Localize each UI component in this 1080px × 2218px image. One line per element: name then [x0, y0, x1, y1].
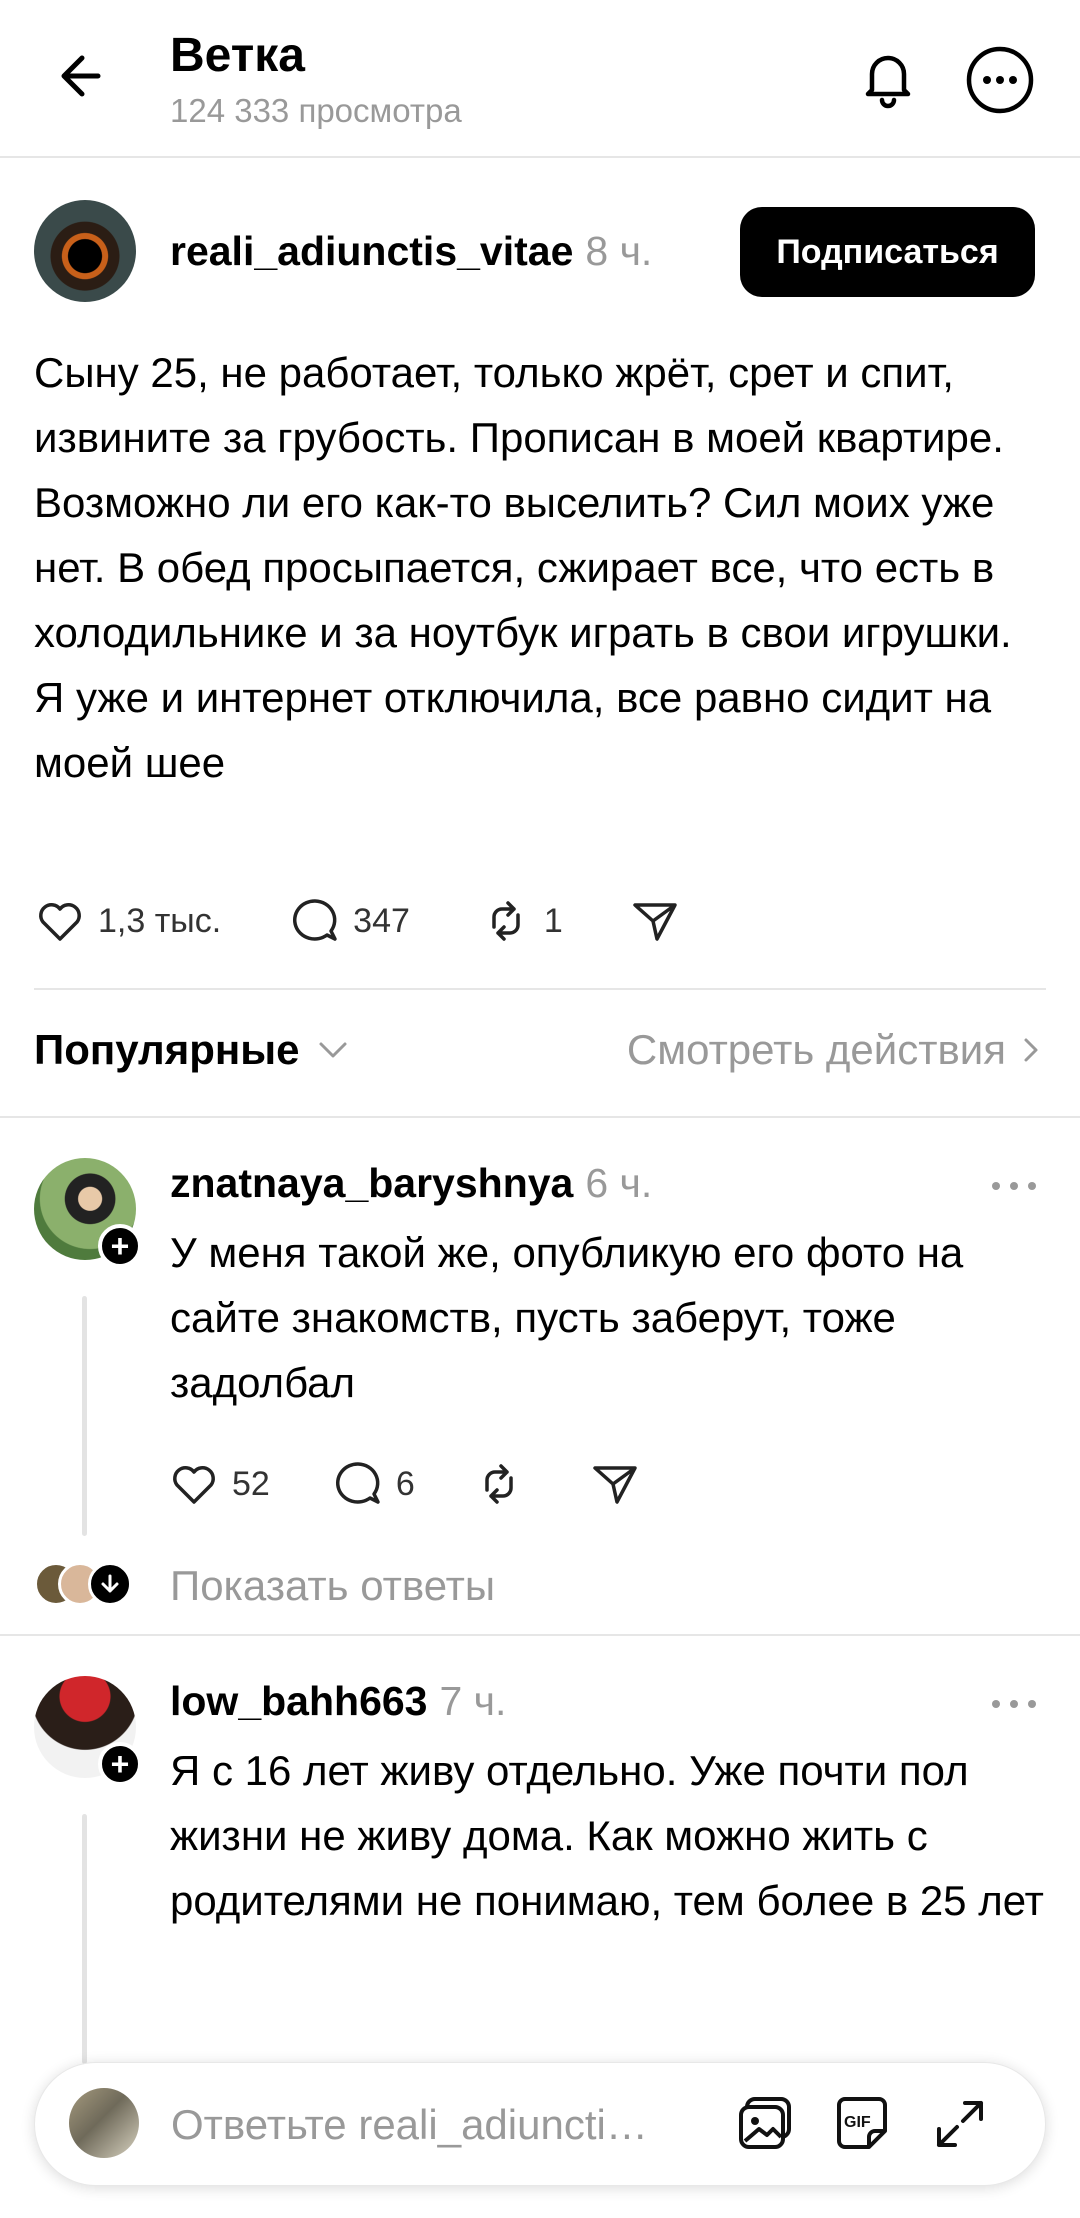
- send-icon: [629, 895, 681, 947]
- svg-text:GIF: GIF: [844, 2114, 871, 2131]
- post-actions: 1,3 тыс. 347 1: [34, 895, 681, 947]
- heart-icon: [34, 895, 86, 947]
- repost-button[interactable]: 1: [480, 895, 563, 947]
- post-author[interactable]: reali_adiunctis_vitae 8 ч.: [170, 228, 652, 275]
- comment-count: 347: [353, 901, 410, 940]
- speech-bubble-icon: [289, 895, 341, 947]
- more-options-icon[interactable]: [964, 44, 1036, 116]
- like-count: 52: [232, 1464, 270, 1503]
- gif-icon[interactable]: GIF: [829, 2091, 895, 2157]
- repost-count: 1: [543, 901, 563, 940]
- page-title: Ветка: [170, 29, 305, 82]
- view-activity-link[interactable]: Смотреть действия: [627, 1026, 1046, 1074]
- post-text: Сыну 25, не работает, только жрёт, срет …: [34, 349, 1012, 786]
- follow-plus-icon[interactable]: +: [98, 1224, 142, 1268]
- repost-icon: [473, 1458, 525, 1510]
- view-count: 124 333 просмотра: [170, 92, 462, 129]
- comment-author[interactable]: znatnaya_baryshnya 6 ч.: [170, 1160, 652, 1207]
- comment-actions: 52 6: [168, 1458, 641, 1510]
- like-count: 1,3 тыс.: [98, 901, 222, 940]
- comment-time: 6 ч.: [585, 1160, 653, 1206]
- my-avatar: [69, 2088, 139, 2158]
- reply-composer: GIF: [34, 2062, 1046, 2186]
- post-time: 8 ч.: [585, 228, 653, 274]
- comment-more-icon[interactable]: [984, 1166, 1044, 1206]
- sort-dropdown[interactable]: Популярные: [34, 1026, 351, 1074]
- comment-username[interactable]: low_bahh663: [170, 1678, 427, 1724]
- chevron-right-icon: [1016, 1032, 1046, 1068]
- send-icon: [589, 1458, 641, 1510]
- bell-icon[interactable]: [852, 42, 924, 114]
- divider: [0, 1116, 1080, 1118]
- arrow-down-icon: [88, 1562, 132, 1606]
- gallery-icon[interactable]: [733, 2091, 799, 2157]
- reply-count: 6: [395, 1464, 415, 1503]
- activity-label: Смотреть действия: [626, 1026, 1006, 1073]
- speech-bubble-icon: [332, 1458, 384, 1510]
- back-arrow-icon[interactable]: [48, 40, 120, 112]
- sort-label: Популярные: [34, 1026, 300, 1073]
- divider: [0, 1634, 1080, 1636]
- thread-line: [82, 1814, 87, 2064]
- like-button[interactable]: 1,3 тыс.: [34, 895, 221, 947]
- comment-username[interactable]: znatnaya_baryshnya: [170, 1160, 573, 1206]
- share-button[interactable]: [589, 1458, 641, 1510]
- comment-text: У меня такой же, опубликую его фото на с…: [170, 1229, 964, 1406]
- comment-button[interactable]: 347: [289, 895, 410, 947]
- comment-more-icon[interactable]: [984, 1684, 1044, 1724]
- thread-line: [82, 1296, 87, 1536]
- comment-time: 7 ч.: [439, 1678, 507, 1724]
- post-username[interactable]: reali_adiunctis_vitae: [170, 228, 573, 274]
- heart-icon: [168, 1458, 220, 1510]
- top-bar: Ветка 124 333 просмотра: [0, 0, 1080, 158]
- repost-button[interactable]: [473, 1458, 525, 1510]
- follow-plus-icon[interactable]: +: [98, 1742, 142, 1786]
- reply-button[interactable]: 6: [332, 1458, 415, 1510]
- post-author-avatar[interactable]: [34, 200, 136, 302]
- like-button[interactable]: 52: [168, 1458, 270, 1510]
- comment-text: Я с 16 лет живу отдельно. Уже почти пол …: [170, 1747, 1044, 1924]
- repost-icon: [480, 895, 532, 947]
- expand-icon[interactable]: [927, 2091, 993, 2157]
- share-button[interactable]: [629, 895, 681, 947]
- reply-avatars[interactable]: [34, 1562, 144, 1608]
- divider: [34, 988, 1046, 990]
- show-replies-link[interactable]: Показать ответы: [170, 1562, 495, 1610]
- chevron-down-icon: [315, 1032, 351, 1068]
- reply-input[interactable]: [171, 2093, 731, 2157]
- comment-author[interactable]: low_bahh663 7 ч.: [170, 1678, 506, 1725]
- follow-button[interactable]: Подписаться: [740, 207, 1035, 297]
